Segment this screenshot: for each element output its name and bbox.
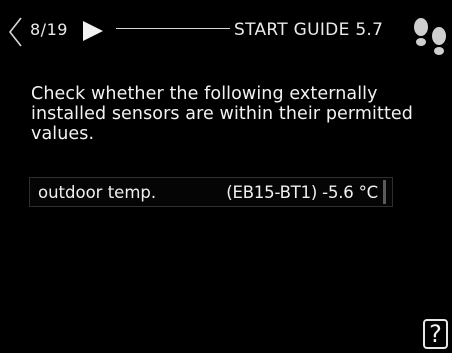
sensor-label: outdoor temp.: [38, 183, 157, 202]
play-arrow-icon[interactable]: [82, 20, 104, 42]
footsteps-icon: [414, 18, 446, 55]
sensor-value: (EB15-BT1) -5.6 °C: [226, 183, 378, 202]
help-button[interactable]: ?: [423, 319, 448, 349]
page-title: START GUIDE 5.7: [234, 20, 384, 40]
header-divider: [116, 28, 230, 29]
instruction-text: Check whether the following externally i…: [31, 84, 414, 144]
start-guide-screen: 8/19 START GUIDE 5.7 Check whether the f…: [0, 0, 452, 353]
sensor-row-outdoor-temp[interactable]: outdoor temp. (EB15-BT1) -5.6 °C: [29, 177, 393, 207]
page-counter: 8/19: [30, 20, 68, 39]
chevron-left-icon[interactable]: [8, 17, 22, 47]
